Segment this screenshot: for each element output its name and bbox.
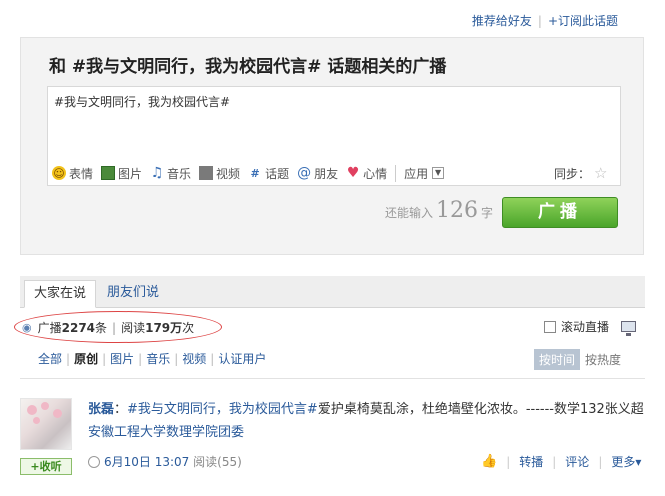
emoji-tool[interactable]: ☺ 表情 (52, 165, 93, 182)
more-menu[interactable]: 更多▾ (611, 453, 641, 470)
blossom-decoration (41, 402, 49, 410)
monitor-icon[interactable] (621, 321, 637, 336)
apps-dropdown[interactable]: 应用 ▼ (395, 164, 445, 182)
recommend-friend-link[interactable]: 推荐给好友 (472, 14, 532, 28)
live-checkbox[interactable] (544, 320, 556, 333)
divider: | (506, 454, 511, 469)
blossom-decoration (33, 417, 40, 424)
filter-original[interactable]: 原创 (74, 350, 98, 367)
post-meta: 6月10日 13:07 阅读(55) (88, 453, 242, 470)
post-text: #我与文明同行，我为校园代言# (54, 95, 231, 109)
sort-by-hot[interactable]: 按热度 (580, 349, 626, 370)
subscribe-topic-link[interactable]: +订阅此话题 (548, 14, 618, 28)
post-read-count: 阅读(55) (193, 455, 242, 469)
heart-icon: ♥ (346, 165, 360, 181)
top-links: 推荐给好友 | +订阅此话题 (472, 12, 618, 29)
smiley-icon: ☺ (52, 166, 66, 180)
tab-everyone[interactable]: 大家在说 (24, 280, 97, 308)
chevron-down-icon: ▼ (432, 167, 445, 179)
divider: | (210, 351, 215, 366)
blossom-decoration (53, 409, 62, 418)
filter-verified[interactable]: 认证用户 (218, 350, 266, 367)
blossom-decoration (27, 405, 37, 415)
broadcast-button[interactable]: 广播 (502, 197, 618, 228)
divider: | (174, 351, 179, 366)
post-time[interactable]: 6月10日 13:07 (104, 453, 189, 470)
divider (20, 378, 645, 379)
composer-title: 和 #我与文明同行，我为校园代言# 话题相关的广播 (49, 57, 447, 77)
divider: | (552, 454, 557, 469)
at-icon: @ (297, 165, 312, 181)
clock-icon (88, 455, 100, 468)
divider: | (138, 351, 143, 366)
post-textarea[interactable]: #我与文明同行，我为校园代言# ☺ 表情 图片 ♫ 音乐 视频 # 话题 @ 朋友 ♥ 心… (47, 86, 621, 186)
composer-panel: 和 #我与文明同行，我为校园代言# 话题相关的广播 #我与文明同行，我为校园代言… (20, 37, 644, 255)
comment-button[interactable]: 评论 (565, 453, 589, 470)
filter-image[interactable]: 图片 (110, 350, 134, 367)
tab-bar: 大家在说 朋友们说 (20, 276, 645, 308)
image-tool[interactable]: 图片 (101, 165, 142, 182)
post-org-link[interactable]: 安徽工程大学数理学院团委 (88, 425, 244, 440)
music-tool[interactable]: ♫ 音乐 (150, 165, 191, 182)
post-actions: 👍 | 转播 | 评论 | 更多▾ (481, 453, 641, 470)
topic-tool[interactable]: # 话题 (248, 165, 289, 182)
post-content: 张磊：#我与文明同行，我为校园代言#爱护桌椅莫乱涂，杜绝墙壁化浓妆。------… (88, 402, 644, 440)
composer-toolbar: ☺ 表情 图片 ♫ 音乐 视频 # 话题 @ 朋友 ♥ 心情 应用 ▼ (52, 163, 452, 183)
hash-icon: # (250, 166, 260, 180)
divider: | (66, 351, 71, 366)
avatar[interactable] (20, 398, 72, 450)
image-icon (101, 166, 116, 180)
highlight-oval (14, 311, 222, 343)
sort-by-time[interactable]: 按时间 (534, 349, 581, 370)
post-text: 爱护桌椅莫乱涂，杜绝墙壁化浓妆。------数学132张义超 (317, 402, 644, 417)
divider: | (537, 14, 542, 28)
sort-options: 按时间 按热度 (534, 349, 626, 370)
video-icon (199, 166, 214, 180)
char-remaining: 还能输入 126 字 (385, 198, 494, 223)
char-count: 126 (436, 198, 479, 223)
follow-button[interactable]: +收听 (20, 458, 72, 475)
video-tool[interactable]: 视频 (199, 165, 240, 182)
divider: | (598, 454, 603, 469)
post-author[interactable]: 张磊 (88, 402, 114, 417)
sync-options: 同步： ☆ (554, 164, 608, 182)
mood-tool[interactable]: ♥ 心情 (346, 165, 387, 182)
filter-all[interactable]: 全部 (38, 350, 62, 367)
filter-music[interactable]: 音乐 (146, 350, 170, 367)
tab-friends[interactable]: 朋友们说 (98, 280, 168, 308)
friends-tool[interactable]: @ 朋友 (297, 165, 338, 182)
star-icon[interactable]: ☆ (594, 164, 607, 182)
repost-button[interactable]: 转播 (519, 453, 543, 470)
like-icon[interactable]: 👍 (481, 454, 497, 469)
chevron-down-icon: ▾ (635, 455, 642, 469)
filter-video[interactable]: 视频 (182, 350, 206, 367)
post-topic-link[interactable]: #我与文明同行，我为校园代言# (127, 402, 318, 417)
divider: | (102, 351, 107, 366)
filter-bar: 全部 | 原创 | 图片 | 音乐 | 视频 | 认证用户 (38, 350, 266, 367)
live-scroll-toggle[interactable]: 滚动直播 (544, 318, 637, 336)
music-note-icon: ♫ (150, 165, 164, 181)
